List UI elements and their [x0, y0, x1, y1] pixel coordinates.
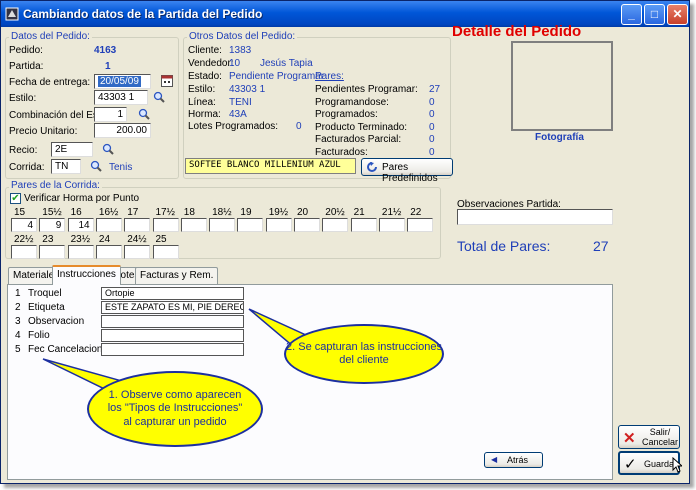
instruccion-num: 4 — [15, 330, 21, 341]
cancel-x-icon: ✕ — [623, 430, 636, 447]
guardar-button[interactable]: ✓ Guardar — [618, 451, 682, 475]
instruccion-input[interactable]: Ortopie — [101, 287, 244, 300]
instruccion-label: Etiqueta — [28, 302, 65, 313]
instruccion-num: 5 — [15, 344, 21, 355]
dialog-window: Cambiando datos de la Partida del Pedido… — [0, 0, 690, 484]
instruccion-input[interactable] — [101, 329, 244, 342]
instruccion-num: 1 — [15, 288, 21, 299]
salir-button[interactable]: ✕ Salir/ Cancelar — [618, 425, 680, 449]
instruccion-num: 2 — [15, 302, 21, 313]
instruccion-input[interactable] — [101, 315, 244, 328]
back-arrow-icon: ◀ — [491, 455, 498, 464]
instruccion-input[interactable] — [101, 343, 244, 356]
tab-instrucciones[interactable]: Instrucciones — [52, 265, 121, 285]
instruccion-label: Observacion — [28, 316, 85, 327]
mouse-cursor-icon — [672, 457, 682, 473]
atras-button[interactable]: ◀ Atrás — [484, 452, 543, 468]
callout-2: 2. Se capturan las instrucciones del cli… — [284, 324, 444, 384]
checkmark-icon: ✓ — [624, 456, 637, 473]
callout-1: 1. Observe como aparecen los "Tipos de I… — [87, 371, 263, 447]
salir-label: Salir/ Cancelar — [641, 427, 679, 447]
instruccion-input[interactable]: ESTE ZAPATO ES MI, PIE DERECH — [101, 301, 244, 314]
instruccion-label: Folio — [28, 330, 50, 341]
instruccion-label: Troquel — [28, 288, 62, 299]
instruccion-num: 3 — [15, 316, 21, 327]
instruccion-label: Fec Cancelacion — [28, 344, 103, 355]
atras-label: Atrás — [507, 455, 529, 465]
